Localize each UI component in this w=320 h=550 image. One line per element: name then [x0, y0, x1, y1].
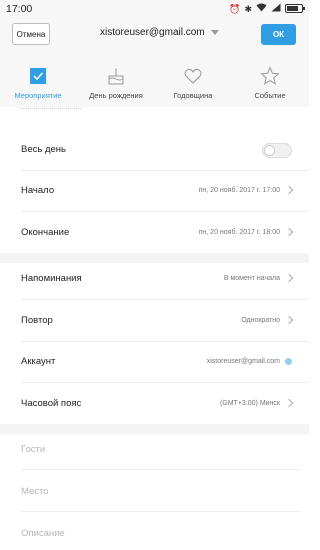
chevron-right-icon — [284, 273, 294, 283]
bluetooth-icon: ✱ — [244, 3, 252, 14]
tab-label: Годовщина — [173, 91, 213, 100]
ok-button[interactable]: ОК — [261, 24, 296, 45]
start-label: Начало — [21, 185, 55, 196]
guests-field[interactable]: Гости — [21, 429, 301, 470]
checkbox-icon — [30, 68, 46, 84]
account-label: Аккаунт — [21, 356, 56, 367]
timezone-label: Часовой пояс — [21, 398, 82, 409]
all-day-row[interactable]: Весь день — [0, 129, 309, 170]
status-time: 17:00 — [6, 3, 33, 15]
account-row[interactable]: Аккаунт xistoreuser@gmail.com — [0, 341, 309, 382]
end-value: пн, 20 нояб. 2017 г. 18:00 — [198, 229, 280, 236]
timezone-value: (GMT+3:00) Минск — [219, 400, 280, 407]
tab-birthday[interactable]: День рождения — [81, 52, 151, 107]
status-bar: 17:00 ⏰ ✱ — [0, 0, 309, 18]
reminders-value: В момент начала — [223, 275, 280, 282]
toggle-knob — [264, 145, 275, 156]
status-icons: ⏰ ✱ — [229, 3, 305, 14]
all-day-label: Весь день — [21, 144, 66, 155]
account-color-dot — [285, 358, 292, 365]
end-row[interactable]: Окончание пн, 20 нояб. 2017 г. 18:00 — [0, 212, 309, 253]
account-email: xistoreuser@gmail.com — [100, 27, 205, 38]
repeat-value: Однократно — [241, 317, 280, 324]
chevron-right-icon — [284, 315, 294, 325]
tab-label: День рождения — [89, 91, 143, 100]
heart-icon — [184, 68, 202, 84]
all-day-toggle[interactable] — [262, 143, 292, 158]
account-value: xistoreuser@gmail.com — [206, 358, 280, 365]
tab-anniversary[interactable]: Годовщина — [158, 52, 228, 107]
cancel-button[interactable]: Отмена — [12, 23, 50, 45]
account-selector[interactable]: xistoreuser@gmail.com — [100, 27, 219, 38]
tab-occasion[interactable]: Событие — [235, 52, 305, 107]
battery-icon — [285, 4, 305, 13]
signal-icon — [271, 3, 281, 14]
chevron-right-icon — [284, 398, 294, 408]
start-value: пн, 20 нояб. 2017 г. 17:00 — [198, 187, 280, 194]
event-type-tabs: Мероприятие День рождения Годовщина Собы… — [0, 52, 309, 107]
chevron-right-icon — [284, 227, 294, 237]
event-editor-header: Отмена xistoreuser@gmail.com ОК — [0, 18, 309, 52]
start-row[interactable]: Начало пн, 20 нояб. 2017 г. 17:00 — [0, 170, 309, 211]
scroll-residue — [21, 107, 81, 113]
chevron-right-icon — [284, 185, 294, 195]
event-form: Весь день Начало пн, 20 нояб. 2017 г. 17… — [0, 107, 309, 550]
reminders-row[interactable]: Напоминания В момент начала — [0, 258, 309, 299]
end-label: Окончание — [21, 227, 70, 238]
location-field[interactable]: Место — [21, 471, 301, 512]
reminders-label: Напоминания — [21, 273, 82, 284]
tab-label: Мероприятие — [14, 91, 62, 100]
wifi-icon — [256, 3, 267, 14]
timezone-row[interactable]: Часовой пояс (GMT+3:00) Минск — [0, 383, 309, 424]
alarm-icon: ⏰ — [229, 3, 241, 14]
tab-event[interactable]: Мероприятие — [3, 52, 73, 107]
chevron-down-icon — [210, 30, 219, 35]
description-field[interactable]: Описание — [21, 513, 301, 550]
repeat-row[interactable]: Повтор Однократно — [0, 300, 309, 341]
star-icon — [260, 66, 280, 85]
cake-icon — [108, 68, 124, 85]
tab-label: Событие — [254, 91, 286, 100]
repeat-label: Повтор — [21, 315, 53, 326]
